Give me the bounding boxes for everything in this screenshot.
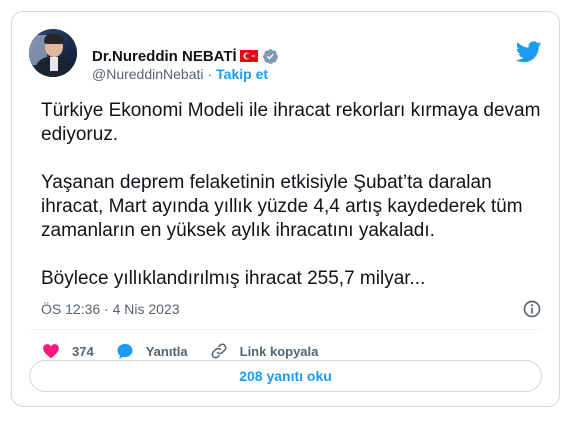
- twitter-logo-icon[interactable]: [516, 41, 542, 63]
- avatar[interactable]: [29, 29, 77, 77]
- info-icon[interactable]: [522, 299, 542, 319]
- like-button[interactable]: 374: [42, 342, 94, 360]
- author-name-row: Dr.Nureddin NEBATİ: [92, 46, 279, 66]
- verified-badge-icon: [262, 48, 278, 64]
- tweet-card: Dr.Nureddin NEBATİ @NureddinNebati · Tak…: [11, 11, 560, 407]
- action-bar: 374 Yanıtla Link kopyala: [42, 340, 340, 362]
- reply-button[interactable]: Yanıtla: [116, 342, 188, 360]
- tweet-text: Türkiye Ekonomi Modeli ile ihracat rekor…: [41, 99, 551, 291]
- tweet-paragraph: Yaşanan deprem felaketinin etkisiyle Şub…: [41, 172, 523, 241]
- author-handle[interactable]: @NureddinNebati: [92, 66, 204, 82]
- divider: [29, 329, 542, 330]
- author-handle-row: @NureddinNebati · Takip et: [92, 65, 268, 83]
- separator-dot: ·: [207, 66, 213, 82]
- tweet-timestamp[interactable]: ÖS 12:36 · 4 Nis 2023: [41, 301, 180, 317]
- author-display-name[interactable]: Dr.Nureddin NEBATİ: [92, 48, 237, 65]
- turkey-flag-icon: [239, 50, 258, 62]
- tweet-paragraph: Türkiye Ekonomi Modeli ile ihracat rekor…: [41, 100, 541, 145]
- follow-button[interactable]: Takip et: [216, 66, 268, 82]
- heart-icon: [43, 344, 59, 359]
- reply-label: Yanıtla: [145, 343, 188, 359]
- copy-link-button[interactable]: Link kopyala: [210, 342, 319, 360]
- read-replies-button[interactable]: 208 yanıtı oku: [29, 360, 542, 392]
- tweet-paragraph[interactable]: Böylece yıllıklandırılmış ihracat 255,7 …: [41, 267, 551, 291]
- like-count: 374: [72, 343, 94, 359]
- link-icon: [211, 343, 227, 359]
- reply-bubble-icon: [117, 343, 133, 359]
- copy-link-label: Link kopyala: [239, 343, 319, 359]
